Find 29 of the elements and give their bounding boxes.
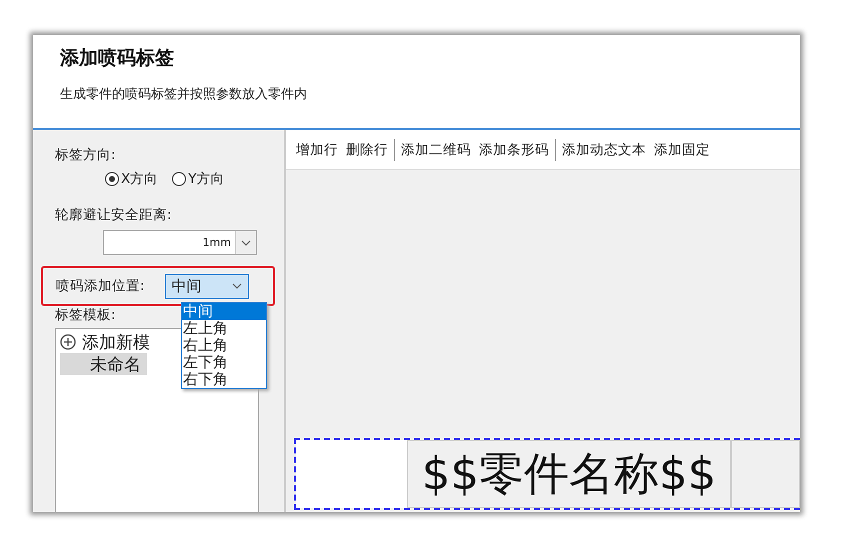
toolbar-button[interactable]: 添加固定 [650, 140, 714, 158]
field-label: 轮廓避让安全距离: [55, 206, 172, 224]
radio-button-icon[interactable] [172, 172, 186, 186]
dropdown-option[interactable]: 左下角 [182, 354, 266, 371]
position-combo[interactable]: 中间 [164, 274, 249, 298]
dropdown-option[interactable]: 左上角 [182, 320, 266, 337]
add-icon [60, 334, 76, 350]
caret-icon [232, 283, 242, 289]
dropdown-option[interactable]: 右下角 [182, 371, 266, 388]
radio-option[interactable]: Y方向 [172, 170, 224, 188]
toolbar-button[interactable]: 添加动态文本 [558, 140, 650, 158]
dialog-title: 添加喷码标签 [60, 46, 175, 71]
caret-icon [241, 240, 251, 246]
radio-button-icon[interactable] [105, 172, 119, 186]
template-item[interactable]: 添加新模 [60, 331, 150, 353]
distance-combo[interactable]: 1mm [103, 230, 257, 255]
toolbar-button[interactable]: 添加条形码 [475, 140, 553, 158]
template-item[interactable]: 未命名 [60, 353, 147, 375]
dropdown-option[interactable]: 右上角 [182, 337, 266, 354]
toolbar-button[interactable]: 添加二维码 [397, 140, 475, 158]
toolbar-button[interactable]: 增加行 [292, 140, 342, 158]
radio-option[interactable]: X方向 [105, 170, 158, 188]
field-label: 标签方向: [55, 146, 116, 164]
dropdown-option[interactable]: 中间 [182, 303, 266, 320]
field-label: 喷码添加位置: [56, 277, 145, 295]
toolbar-button[interactable]: 删除行 [342, 140, 392, 158]
field-label: 标签模板: [55, 306, 116, 324]
label-text: $$零件名称$$ [422, 446, 716, 502]
dialog-subtitle: 生成零件的喷码标签并按照参数放入零件内 [60, 86, 308, 103]
